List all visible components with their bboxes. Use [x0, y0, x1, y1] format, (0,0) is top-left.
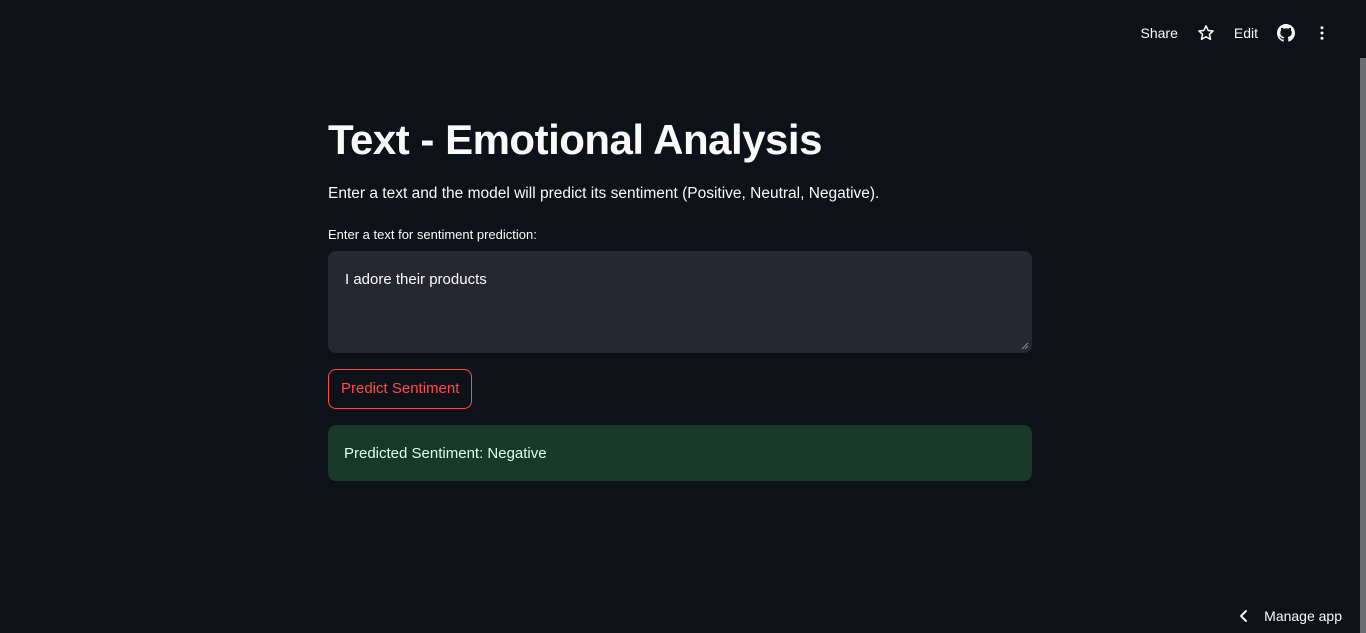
resize-handle-icon[interactable] [1021, 342, 1029, 350]
sentiment-text-input[interactable]: I adore their products [328, 251, 1032, 353]
prediction-result-alert: Predicted Sentiment: Negative [328, 425, 1032, 481]
top-toolbar: Share Edit [1131, 20, 1340, 46]
text-input-container: I adore their products [328, 251, 1032, 353]
share-button[interactable]: Share [1131, 20, 1188, 46]
vertical-dots-icon[interactable] [1309, 20, 1335, 46]
edit-button[interactable]: Edit [1224, 20, 1268, 46]
scrollbar[interactable] [1360, 58, 1366, 633]
manage-app-label: Manage app [1264, 608, 1342, 624]
main-content: Text - Emotional Analysis Enter a text a… [328, 112, 1032, 481]
page-title: Text - Emotional Analysis [328, 116, 822, 163]
manage-app-button[interactable]: Manage app [1238, 605, 1342, 627]
chevron-left-icon [1240, 610, 1248, 622]
star-icon[interactable] [1193, 20, 1219, 46]
app-page: Share Edit Text - Emotional Analysis Ent… [0, 0, 1366, 633]
predict-sentiment-button[interactable]: Predict Sentiment [328, 369, 473, 409]
page-description: Enter a text and the model will predict … [328, 185, 880, 202]
github-icon[interactable] [1273, 20, 1299, 46]
text-input-label: Enter a text for sentiment prediction: [328, 227, 537, 242]
prediction-result-text: Predicted Sentiment: Negative [344, 444, 547, 462]
